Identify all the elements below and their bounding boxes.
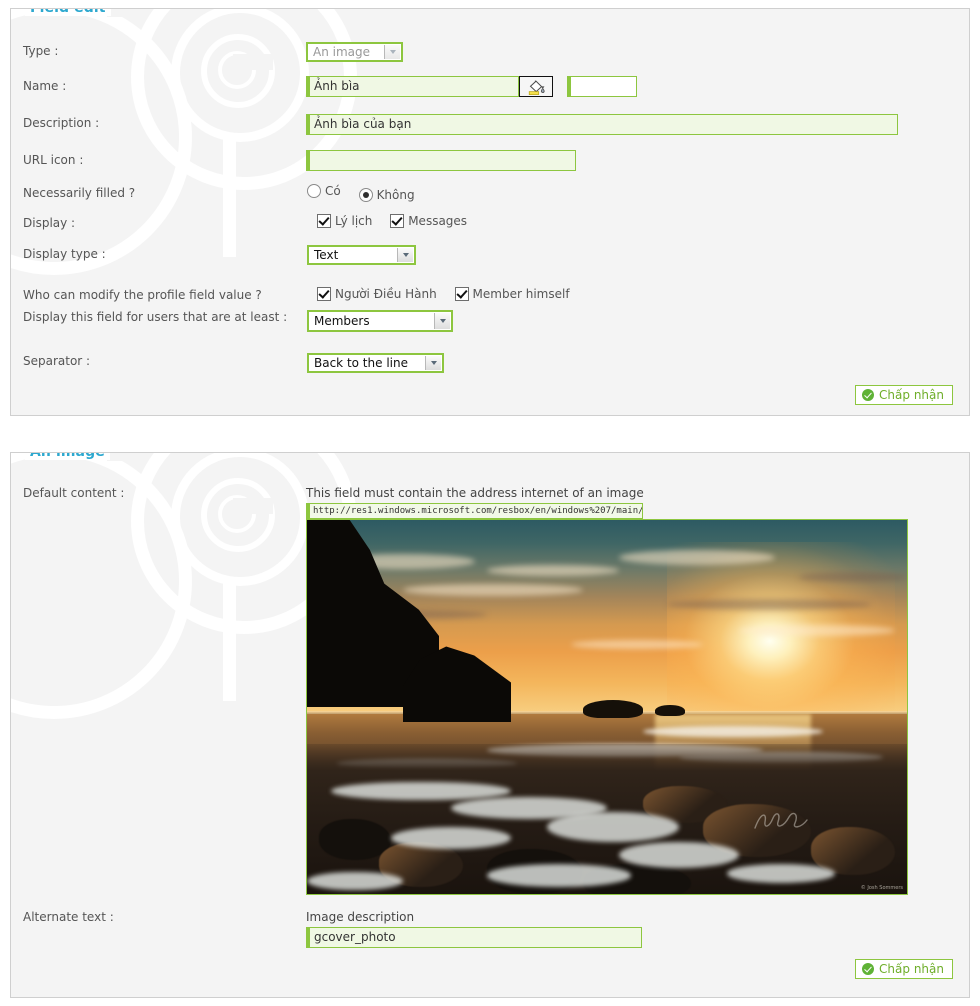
label-default-content: Default content : — [23, 486, 125, 500]
photographer-signature-icon — [754, 812, 808, 829]
label-display: Display : — [23, 216, 76, 230]
name-color-input[interactable] — [567, 76, 637, 97]
an-image-submit-label: Chấp nhận — [879, 962, 944, 976]
field-edit-legend: Field edit — [25, 9, 111, 16]
min-level-value: Members — [314, 314, 370, 328]
label-url-icon: URL icon : — [23, 153, 84, 167]
color-picker-button[interactable] — [519, 76, 553, 97]
default-content-input[interactable]: http://res1.windows.microsoft.com/resbox… — [306, 503, 643, 519]
alternate-text-hint: Image description — [306, 910, 415, 924]
field-edit-submit-button[interactable]: Chấp nhận — [855, 385, 953, 405]
checkbox-display-profile[interactable]: Lý lịch — [317, 214, 372, 228]
check-circle-icon — [862, 389, 875, 401]
checkbox-display-messages[interactable]: Messages — [390, 214, 467, 228]
chevron-down-icon — [397, 248, 413, 262]
display-checkbox-group: Lý lịch Messages — [317, 214, 481, 231]
display-type-value: Text — [314, 248, 339, 262]
an-image-legend: An image — [25, 453, 110, 460]
sunset-beach-photo: © Josh Sommers — [307, 520, 907, 894]
image-copyright-watermark: © Josh Sommers — [860, 885, 903, 891]
alternate-text-input[interactable]: gcover_photo — [306, 927, 642, 948]
checkbox-display-profile-label: Lý lịch — [335, 214, 373, 228]
radio-icon-unchecked — [307, 184, 321, 198]
checkbox-icon-checked — [454, 287, 469, 301]
chevron-down-icon — [384, 45, 400, 59]
chevron-down-icon — [425, 356, 441, 370]
paint-bucket-icon — [528, 80, 545, 95]
label-min-level: Display this field for users that are at… — [23, 310, 288, 324]
checkbox-display-messages-label: Messages — [408, 214, 468, 228]
checkbox-modify-moderator[interactable]: Người Điều Hành — [317, 287, 437, 301]
label-description: Description : — [23, 116, 100, 130]
radio-required-no-label: Không — [376, 188, 415, 202]
checkbox-modify-moderator-label: Người Điều Hành — [335, 287, 437, 301]
check-circle-icon — [862, 963, 875, 975]
checkbox-modify-member[interactable]: Member himself — [454, 287, 570, 301]
min-level-select[interactable]: Members — [307, 310, 453, 332]
url-icon-input[interactable] — [306, 150, 576, 171]
label-alternate-text: Alternate text : — [23, 910, 114, 924]
name-input[interactable]: Ảnh bìa — [306, 76, 519, 97]
required-radio-group: Có Không — [307, 184, 429, 202]
chevron-down-icon — [434, 313, 450, 329]
label-separator: Separator : — [23, 354, 91, 368]
label-who-can-modify: Who can modify the profile field value ? — [23, 288, 262, 302]
label-type: Type : — [23, 44, 59, 58]
radio-required-yes[interactable]: Có — [307, 184, 341, 198]
an-image-panel: An image Default content : This field mu… — [10, 452, 970, 998]
checkbox-modify-member-label: Member himself — [472, 287, 570, 301]
radio-required-yes-label: Có — [325, 184, 341, 198]
field-edit-panel: Field edit Type : An image Name : Ảnh bì… — [10, 8, 970, 416]
label-name: Name : — [23, 79, 67, 93]
type-select-value: An image — [313, 45, 371, 59]
checkbox-icon-checked — [390, 214, 405, 228]
field-edit-submit-label: Chấp nhận — [879, 388, 944, 402]
type-select[interactable]: An image — [306, 42, 403, 62]
default-content-hint: This field must contain the address inte… — [306, 486, 644, 500]
separator-value: Back to the line — [314, 356, 408, 370]
checkbox-icon-checked — [317, 287, 331, 301]
label-necessarily-filled: Necessarily filled ? — [23, 186, 136, 200]
default-image-preview: © Josh Sommers — [306, 519, 908, 895]
radio-icon-checked — [358, 188, 373, 202]
description-input[interactable]: Ảnh bìa của bạn — [306, 114, 898, 135]
radio-required-no[interactable]: Không — [358, 188, 415, 202]
who-modify-checkbox-group: Người Điều Hành Member himself — [317, 287, 584, 304]
checkbox-icon-checked — [317, 214, 331, 228]
display-type-select[interactable]: Text — [307, 245, 416, 265]
separator-select[interactable]: Back to the line — [307, 353, 444, 373]
an-image-submit-button[interactable]: Chấp nhận — [855, 959, 953, 979]
label-display-type: Display type : — [23, 247, 106, 261]
